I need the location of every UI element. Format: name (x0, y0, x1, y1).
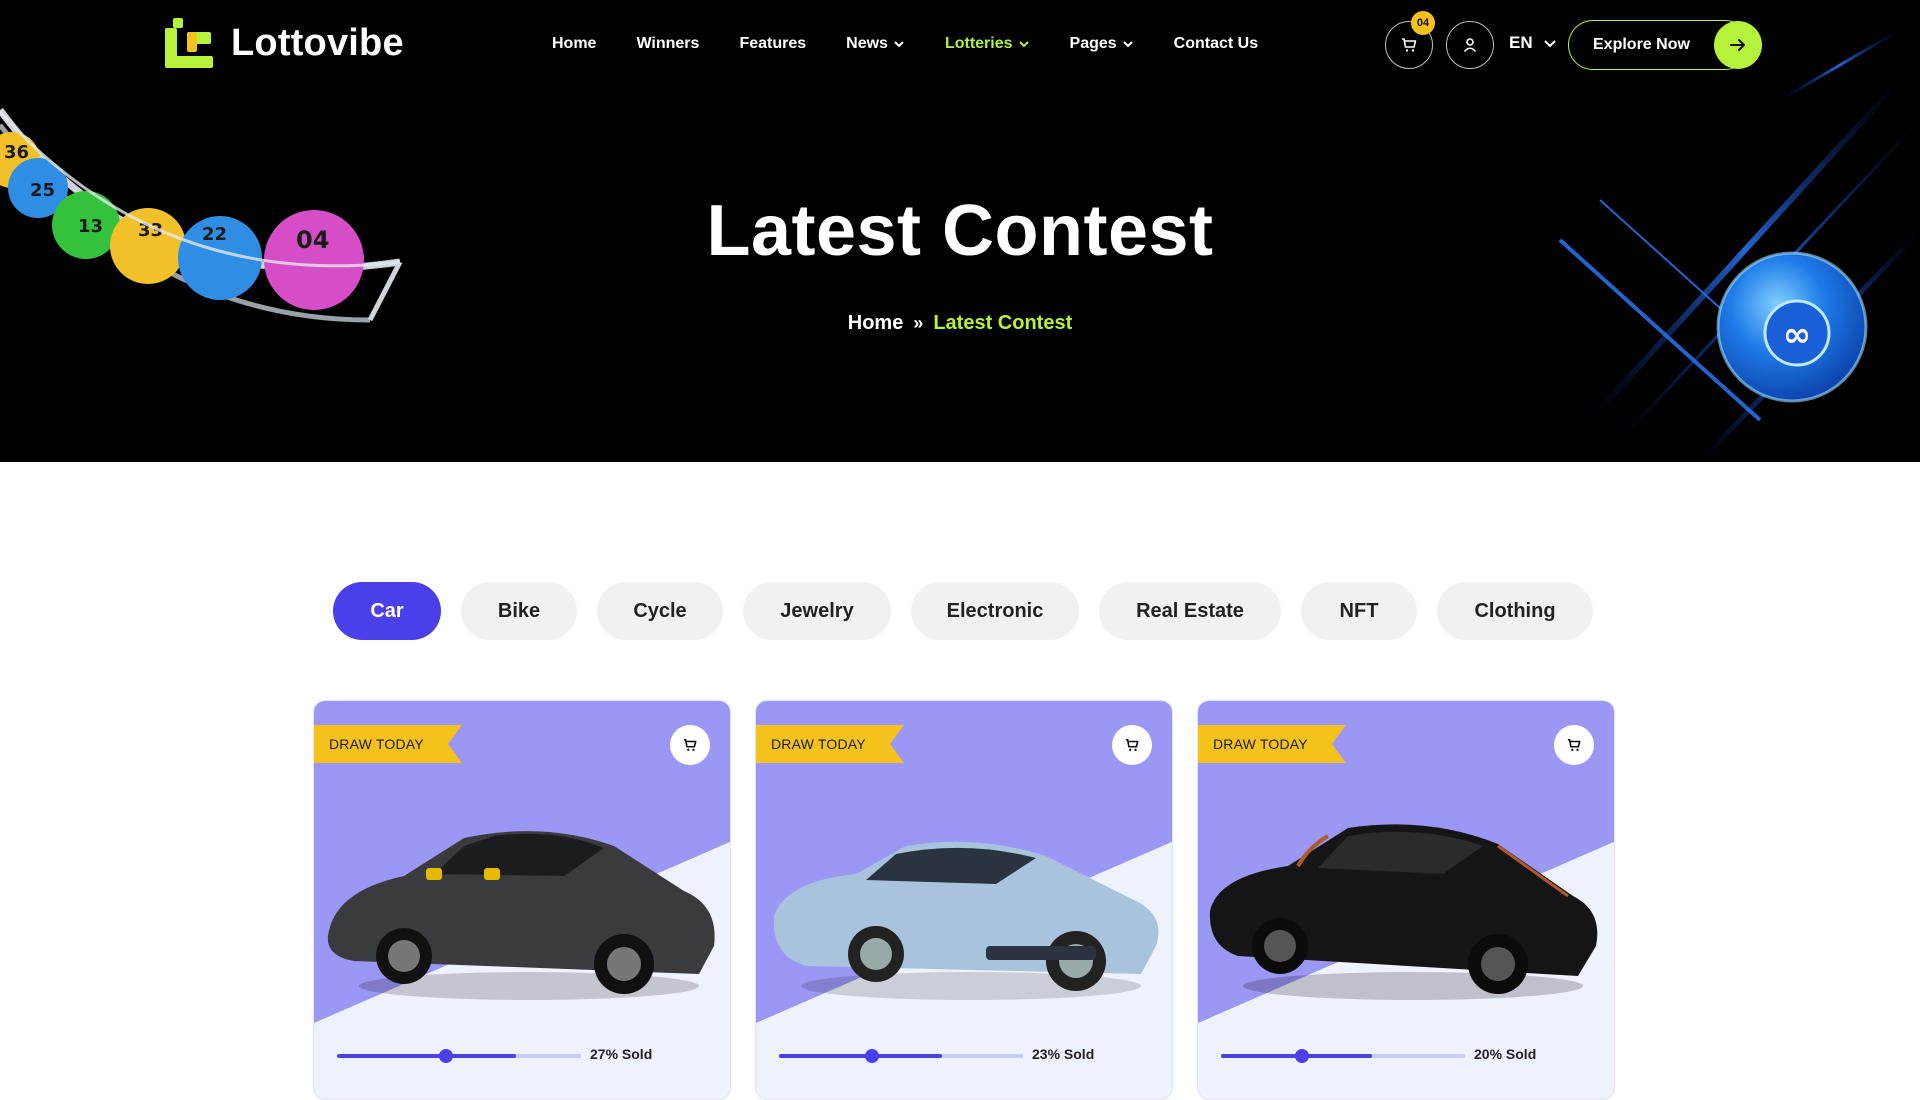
add-to-cart-button[interactable] (1554, 725, 1594, 765)
nav-item-label: Features (739, 35, 807, 52)
tab-real-estate[interactable]: Real Estate (1099, 582, 1281, 640)
chevron-down-icon (1018, 41, 1029, 48)
tab-electronic[interactable]: Electronic (911, 582, 1079, 640)
add-to-cart-button[interactable] (670, 725, 710, 765)
tab-jewelry[interactable]: Jewelry (743, 582, 891, 640)
sold-progress-bar (337, 1049, 581, 1063)
sold-progress-knob (439, 1049, 453, 1063)
car-image (773, 841, 1159, 1000)
category-tabs: Car Bike Cycle Jewelry Electronic Real E… (333, 582, 1613, 640)
sold-progress-knob (1295, 1049, 1309, 1063)
draw-today-badge: DRAW TODAY (329, 736, 424, 752)
car-image (327, 831, 715, 1000)
sold-label: 23% Sold (1032, 1046, 1095, 1062)
tab-bike[interactable]: Bike (461, 582, 577, 640)
sold-progress-knob (865, 1049, 879, 1063)
tab-clothing[interactable]: Clothing (1437, 582, 1593, 640)
explore-arrow-button[interactable] (1714, 21, 1762, 69)
main-menu: Home Winners Features News Lotteries Pag… (552, 30, 1298, 58)
chevron-down-icon (894, 41, 904, 48)
cart-count-badge: 04 (1411, 11, 1435, 35)
top-navigation: Lottovibe Home Winners Features News Lot… (0, 0, 1920, 92)
chevron-down-icon (1543, 40, 1556, 48)
nav-item-label: Winners (636, 35, 700, 52)
sold-progress-bar (1221, 1049, 1465, 1063)
nav-item-label: Lotteries (944, 35, 1013, 52)
add-to-cart-button[interactable] (1112, 725, 1152, 765)
nav-item-label: News (846, 35, 888, 52)
page-title: Latest Contest (706, 191, 1214, 271)
contest-card[interactable]: DRAW TODAY 20% Sold (1197, 700, 1615, 1100)
nav-item-label: Contact Us (1173, 35, 1259, 52)
sold-label: 27% Sold (590, 1046, 653, 1062)
arrow-right-icon (1730, 39, 1745, 51)
nav-item-winners[interactable]: Winners (636, 35, 699, 53)
nav-item-home[interactable]: Home (552, 35, 596, 53)
contest-card[interactable]: DRAW TODAY 23% Sold (755, 700, 1173, 1100)
cart-icon (1567, 738, 1581, 751)
nav-item-pages[interactable]: Pages (1070, 35, 1134, 53)
language-selector[interactable]: EN (1509, 33, 1557, 53)
account-button[interactable] (1446, 21, 1494, 69)
cart-icon (1125, 738, 1139, 751)
tab-cycle[interactable]: Cycle (597, 582, 723, 640)
hero-banner: ∞ 36 25 13 33 22 04 Lottovibe Home Winne… (0, 0, 1920, 462)
language-label: EN (1509, 33, 1533, 52)
draw-today-badge: DRAW TODAY (771, 736, 866, 752)
nav-item-label: Pages (1069, 35, 1117, 52)
nav-item-lotteries[interactable]: Lotteries (945, 35, 1030, 53)
nav-item-label: Home (552, 35, 597, 52)
contest-card[interactable]: DRAW TODAY 27% Sold (313, 700, 731, 1100)
cart-button[interactable]: 04 (1385, 11, 1435, 69)
nav-item-contact[interactable]: Contact Us (1174, 35, 1258, 53)
cart-icon (1402, 38, 1417, 52)
tab-car[interactable]: Car (333, 582, 441, 640)
ball-number: 36 (4, 142, 29, 163)
nav-item-features[interactable]: Features (739, 35, 806, 53)
breadcrumb-home-link[interactable]: Home (848, 312, 904, 335)
explore-now-label: Explore Now (1593, 36, 1690, 53)
breadcrumb-current: Latest Contest (933, 312, 1073, 334)
sold-progress-bar (779, 1049, 1023, 1063)
draw-today-badge: DRAW TODAY (1213, 736, 1308, 752)
sold-progress-fill (779, 1054, 942, 1058)
tab-nft[interactable]: NFT (1301, 582, 1417, 640)
chevron-down-icon (1122, 41, 1133, 48)
brand-logo[interactable]: Lottovibe (165, 18, 404, 68)
user-icon (1463, 38, 1477, 53)
sold-progress-fill (337, 1054, 516, 1058)
sold-label: 20% Sold (1474, 1046, 1537, 1062)
breadcrumb: Home » Latest Contest (0, 312, 1920, 335)
brand-name: Lottovibe (231, 21, 404, 64)
logo-icon (165, 18, 213, 68)
car-image (1209, 824, 1598, 1000)
cart-icon (683, 738, 697, 751)
nav-item-news[interactable]: News (846, 35, 905, 53)
double-chevron-right-icon: » (913, 313, 924, 333)
